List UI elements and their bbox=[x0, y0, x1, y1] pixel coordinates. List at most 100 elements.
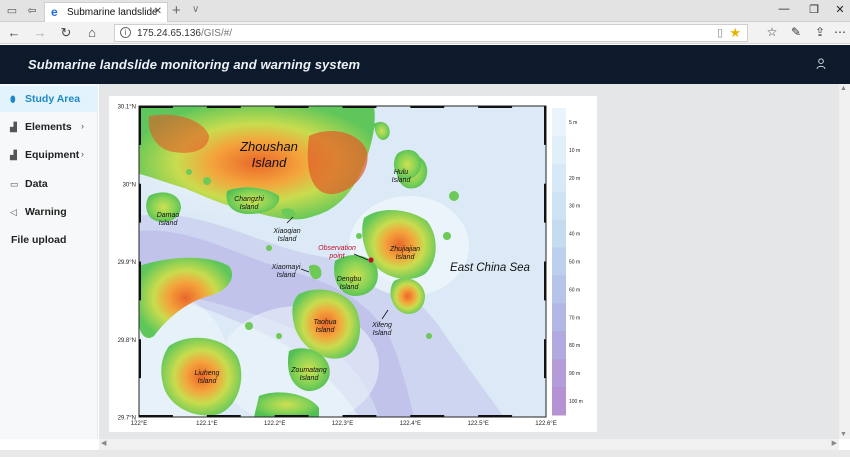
latitude-ticks: 30.1°N30°N29.9°N29.8°N29.7°N bbox=[118, 105, 136, 422]
sidebar-item-data[interactable]: ▭ Data bbox=[0, 171, 98, 197]
lat-tick-label: 29.8°N bbox=[118, 338, 136, 344]
label-hulu-line1: Hulu bbox=[394, 169, 409, 176]
frame-bar bbox=[139, 415, 173, 417]
location-pin-icon: ⬮ bbox=[10, 94, 16, 104]
url-text[interactable]: 175.24.65.136/GIS/#/ bbox=[137, 28, 232, 39]
browser-titlebar: ▭ ⇦ e Submarine landslide ✕ + ∨ — ❐ ✕ bbox=[0, 0, 850, 22]
frame-bar bbox=[139, 183, 141, 223]
lat-tick-label: 30°N bbox=[123, 182, 136, 188]
tab-actions-icon[interactable]: ▭ bbox=[4, 3, 20, 19]
home-icon[interactable]: ⌂ bbox=[84, 25, 100, 41]
frame-bar bbox=[410, 106, 445, 108]
depth-legend-label: 60 m bbox=[569, 287, 580, 293]
depth-legend: 5 m 10 m 20 m 30 m 40 m 50 m 60 m 70 m 80 m 90 m 1… bbox=[552, 108, 583, 416]
new-tab-button[interactable]: + bbox=[172, 2, 181, 19]
sidebar-item-file-upload[interactable]: File upload bbox=[0, 227, 98, 253]
sidebar: ⬮ Study Area ▟ Elements › ▟ Equipment › … bbox=[0, 84, 98, 439]
depth-legend-swatch bbox=[552, 135, 566, 165]
frame-bar bbox=[544, 339, 546, 379]
sidebar-item-warning[interactable]: ◁ Warning bbox=[0, 199, 98, 225]
horizontal-scrollbar[interactable]: ◀ ▶ bbox=[99, 439, 839, 450]
sidebar-item-elements[interactable]: ▟ Elements › bbox=[0, 114, 98, 140]
label-east-china-sea: East China Sea bbox=[450, 262, 530, 274]
label-zhoushan-line2: Island bbox=[252, 155, 287, 170]
user-icon[interactable] bbox=[816, 58, 826, 70]
depth-legend-label: 80 m bbox=[569, 343, 580, 349]
lon-tick-label: 122.1°E bbox=[196, 421, 217, 427]
longitude-ticks: 122°E 122.1°E 122.2°E 122.3°E 122.4°E 122.5°E… bbox=[131, 421, 557, 427]
frame-bar bbox=[342, 106, 377, 108]
label-zhujiajian-line1: Zhujiajian bbox=[389, 246, 420, 253]
minimize-button[interactable]: — bbox=[776, 3, 792, 15]
sidebar-item-label: Study Area bbox=[25, 93, 81, 105]
label-xiaomayi-line2: Island bbox=[277, 272, 297, 279]
frame-bar bbox=[274, 106, 309, 108]
depth-legend-label: 100 m bbox=[569, 399, 583, 405]
main-content: 30.1°N 30°N 29.9°N 29.8°N 29.7°N 122°E 122.1°… bbox=[99, 84, 839, 439]
depth-legend-label: 40 m bbox=[569, 232, 580, 238]
depth-legend-label: 50 m bbox=[569, 260, 580, 266]
label-zhujiajian-line2: Island bbox=[396, 254, 416, 261]
depth-legend-swatch bbox=[552, 219, 566, 249]
favorites-hub-icon[interactable]: ☆ bbox=[764, 25, 780, 39]
sidebar-item-label: Data bbox=[25, 178, 48, 190]
frame-bar bbox=[478, 106, 513, 108]
share-icon[interactable]: ⇪ bbox=[812, 25, 828, 39]
label-xiaomayi-line1: Xiaomayi bbox=[271, 264, 301, 271]
frame-bar bbox=[410, 415, 445, 417]
back-icon[interactable]: ← bbox=[6, 25, 22, 41]
label-damao-line2: Island bbox=[159, 220, 179, 227]
frame-bar bbox=[544, 106, 546, 145]
site-info-icon[interactable]: i bbox=[120, 27, 131, 38]
status-strip bbox=[0, 450, 850, 457]
more-menu-icon[interactable]: ⋯ bbox=[832, 25, 848, 39]
bar-chart-icon: ▟ bbox=[10, 122, 17, 132]
close-window-button[interactable]: ✕ bbox=[832, 3, 848, 16]
study-area-map[interactable]: 30.1°N 30°N 29.9°N 29.8°N 29.7°N 122°E 122.1°… bbox=[109, 96, 597, 432]
depth-legend-swatch bbox=[552, 108, 566, 137]
depth-legend-swatch bbox=[552, 247, 566, 276]
app-title: Submarine landslide monitoring and warni… bbox=[28, 57, 361, 72]
depth-legend-label: 20 m bbox=[569, 176, 580, 182]
restore-button[interactable]: ❐ bbox=[806, 3, 822, 16]
label-observation-line2: point bbox=[328, 253, 345, 260]
frame-bar bbox=[342, 415, 377, 417]
scroll-left-icon[interactable]: ◀ bbox=[101, 439, 106, 447]
scroll-up-icon[interactable]: ▲ bbox=[840, 85, 847, 92]
vertical-scrollbar[interactable]: ▲ ▼ bbox=[839, 84, 850, 439]
label-changzhi-line1: Changzhi bbox=[234, 196, 264, 203]
favorite-star-icon[interactable]: ★ bbox=[729, 25, 741, 41]
label-taohua-line1: Taohua bbox=[313, 319, 336, 326]
depth-legend-label: 70 m bbox=[569, 315, 580, 321]
refresh-icon[interactable]: ↻ bbox=[58, 25, 74, 41]
label-taohua-line2: Island bbox=[316, 327, 336, 334]
label-hulu-line2: Island bbox=[392, 177, 412, 184]
web-note-icon[interactable]: ✎ bbox=[788, 25, 804, 39]
reading-view-icon[interactable]: ▯ bbox=[717, 26, 723, 39]
label-xiaoqian-line2: Island bbox=[278, 236, 298, 243]
label-xiaoqian-line1: Xiaoqian bbox=[272, 228, 300, 235]
forward-icon[interactable]: → bbox=[32, 25, 48, 41]
depth-legend-label: 30 m bbox=[569, 204, 580, 210]
browser-tab[interactable]: e Submarine landslide ✕ bbox=[44, 2, 168, 22]
scroll-down-icon[interactable]: ▼ bbox=[840, 431, 847, 438]
sidebar-item-equipment[interactable]: ▟ Equipment › bbox=[0, 142, 98, 168]
tab-dropdown-icon[interactable]: ∨ bbox=[192, 4, 199, 15]
edge-logo-icon: e bbox=[51, 5, 58, 19]
close-tab-icon[interactable]: ✕ bbox=[154, 6, 162, 17]
address-bar[interactable]: i 175.24.65.136/GIS/#/ ▯ ★ bbox=[114, 24, 748, 42]
frame-bar bbox=[139, 106, 173, 108]
frame-bar bbox=[274, 415, 309, 417]
sidebar-item-label: Warning bbox=[25, 206, 67, 218]
tab-preview-icon[interactable]: ⇦ bbox=[24, 3, 40, 19]
megaphone-icon: ◁ bbox=[10, 207, 17, 217]
observation-point-marker[interactable] bbox=[368, 257, 374, 263]
frame-bar bbox=[544, 183, 546, 223]
scroll-right-icon[interactable]: ▶ bbox=[832, 439, 837, 447]
sidebar-item-study-area[interactable]: ⬮ Study Area bbox=[0, 86, 98, 112]
depth-legend-swatch bbox=[552, 303, 566, 332]
label-zhoushan-line1: Zhoushan bbox=[239, 139, 298, 154]
depth-legend-swatch bbox=[552, 163, 566, 193]
sidebar-item-label: Equipment bbox=[25, 149, 80, 161]
tab-title: Submarine landslide bbox=[67, 7, 158, 18]
